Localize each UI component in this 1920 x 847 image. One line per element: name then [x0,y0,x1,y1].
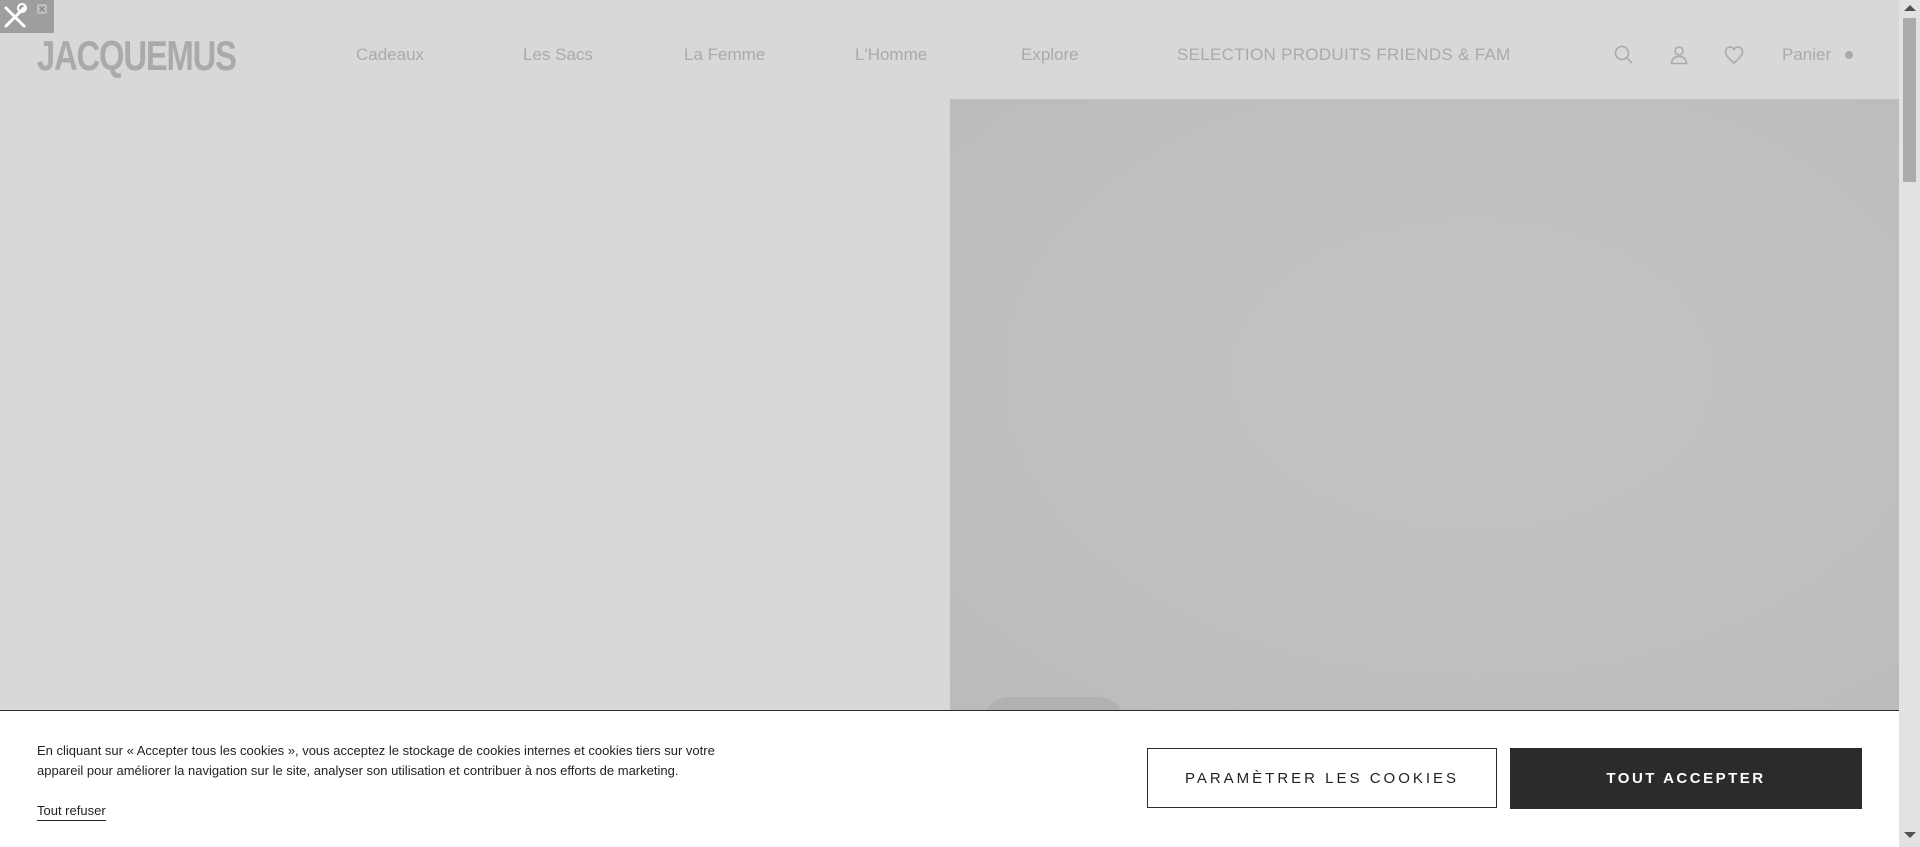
nav-item-friends-fam[interactable]: SELECTION PRODUITS FRIENDS & FAM [1177,44,1511,66]
cart-link[interactable]: Panier [1782,44,1831,66]
refuse-all-link[interactable]: Tout refuser [37,803,106,821]
page: JACQUEMUS Cadeaux Les Sacs La Femme L'Ho… [0,0,1920,847]
nav-item-l-homme[interactable]: L'Homme [855,44,927,66]
cart-count-dot [1845,51,1853,59]
brand-logo[interactable]: JACQUEMUS [37,35,237,77]
tools-icon [4,3,47,28]
scroll-thumb[interactable] [1903,18,1916,182]
cookie-consent-text: En cliquant sur « Accepter tous les cook… [37,743,715,778]
nav-item-cadeaux[interactable]: Cadeaux [356,44,424,66]
cookie-settings-button[interactable]: PARAMÈTRER LES COOKIES [1147,748,1497,808]
scrollbar[interactable] [1899,0,1920,847]
site-header: JACQUEMUS Cadeaux Les Sacs La Femme L'Ho… [0,0,1899,99]
nav-item-les-sacs[interactable]: Les Sacs [523,44,593,66]
cookie-banner: En cliquant sur « Accepter tous les cook… [0,710,1899,847]
scroll-down-icon[interactable] [1904,832,1916,838]
user-icon[interactable] [1667,43,1691,67]
search-icon[interactable] [1612,43,1636,67]
nav-item-la-femme[interactable]: La Femme [684,44,765,66]
hero-image [950,99,1899,711]
accept-all-button[interactable]: TOUT ACCEPTER [1510,748,1862,809]
nav-item-explore[interactable]: Explore [1021,44,1079,66]
tools-badge[interactable] [0,0,54,33]
scroll-up-icon[interactable] [1904,5,1916,11]
heart-icon[interactable] [1722,43,1746,67]
